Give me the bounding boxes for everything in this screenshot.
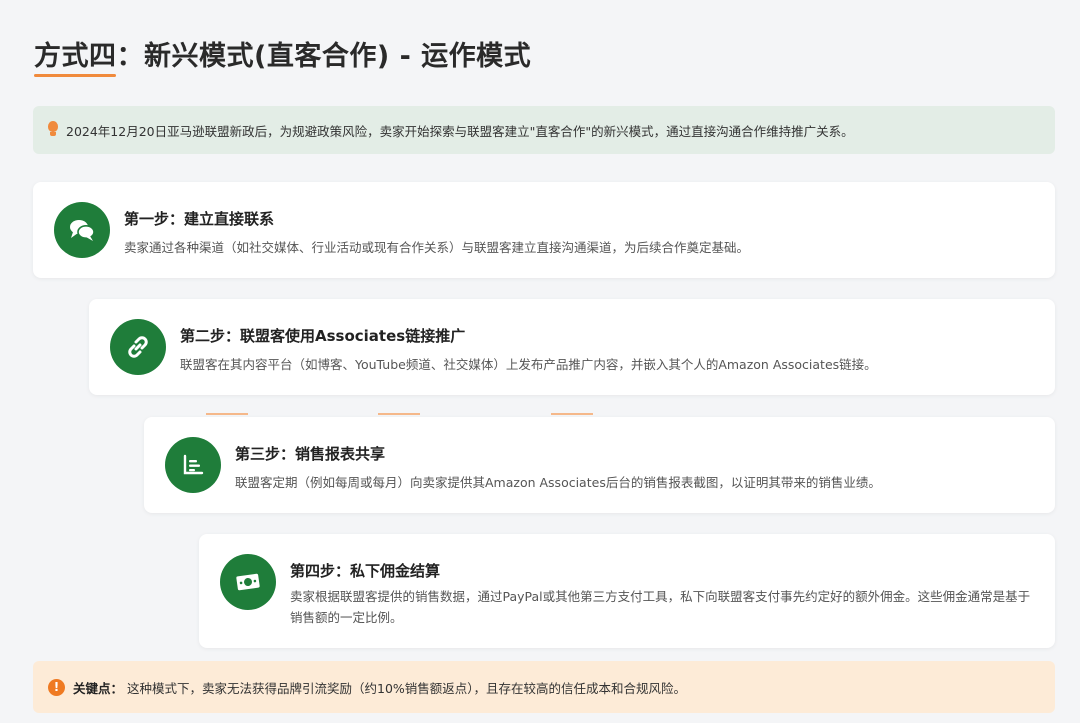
- page-title: 方式四：新兴模式(直客合作) - 运作模式: [34, 41, 532, 72]
- title-underline: [34, 74, 116, 77]
- step-description: 卖家通过各种渠道（如社交媒体、行业活动或现有合作关系）与联盟客建立直接沟通渠道，…: [124, 240, 750, 255]
- step-card-4: 第四步：私下佣金结算 卖家根据联盟客提供的销售数据，通过PayPal或其他第三方…: [199, 534, 1055, 648]
- step-title: 第二步：联盟客使用Associates链接推广: [180, 327, 466, 345]
- money-icon: [220, 554, 276, 610]
- step-description: 联盟客在其内容平台（如博客、YouTube频道、社交媒体）上发布产品推广内容，并…: [180, 357, 877, 372]
- step-title: 第三步：销售报表共享: [235, 445, 386, 463]
- step-card-3: 第三步：销售报表共享 联盟客定期（例如每周或每月）向卖家提供其Amazon As…: [144, 417, 1055, 513]
- connector-line: [378, 413, 420, 415]
- keypoint-text: 这种模式下，卖家无法获得品牌引流奖励（约10%销售额返点），且存在较高的信任成本…: [127, 680, 687, 696]
- notice-banner: 2024年12月20日亚马逊联盟新政后，为规避政策风险，卖家开始探索与联盟客建立…: [33, 106, 1055, 154]
- link-icon: [110, 319, 166, 375]
- step-card-1: 第一步：建立直接联系 卖家通过各种渠道（如社交媒体、行业活动或现有合作关系）与联…: [33, 182, 1055, 278]
- step-title: 第一步：建立直接联系: [124, 210, 275, 228]
- notice-text: 2024年12月20日亚马逊联盟新政后，为规避政策风险，卖家开始探索与联盟客建立…: [66, 123, 854, 139]
- keypoint-banner: ! 关键点： 这种模式下，卖家无法获得品牌引流奖励（约10%销售额返点），且存在…: [33, 661, 1055, 713]
- connector-line: [551, 413, 593, 415]
- step-title: 第四步：私下佣金结算: [290, 562, 441, 580]
- step-description: 卖家根据联盟客提供的销售数据，通过PayPal或其他第三方支付工具，私下向联盟客…: [290, 589, 1031, 625]
- keypoint-label: 关键点：: [73, 680, 124, 696]
- connector-line: [206, 413, 248, 415]
- exclamation-icon: !: [48, 678, 65, 696]
- bar-chart-icon: [165, 437, 221, 493]
- lightbulb-icon: [47, 121, 59, 139]
- chat-bubbles-icon: [54, 202, 110, 258]
- step-card-2: 第二步：联盟客使用Associates链接推广 联盟客在其内容平台（如博客、Yo…: [89, 299, 1055, 395]
- step-description: 联盟客定期（例如每周或每月）向卖家提供其Amazon Associates后台的…: [235, 475, 881, 490]
